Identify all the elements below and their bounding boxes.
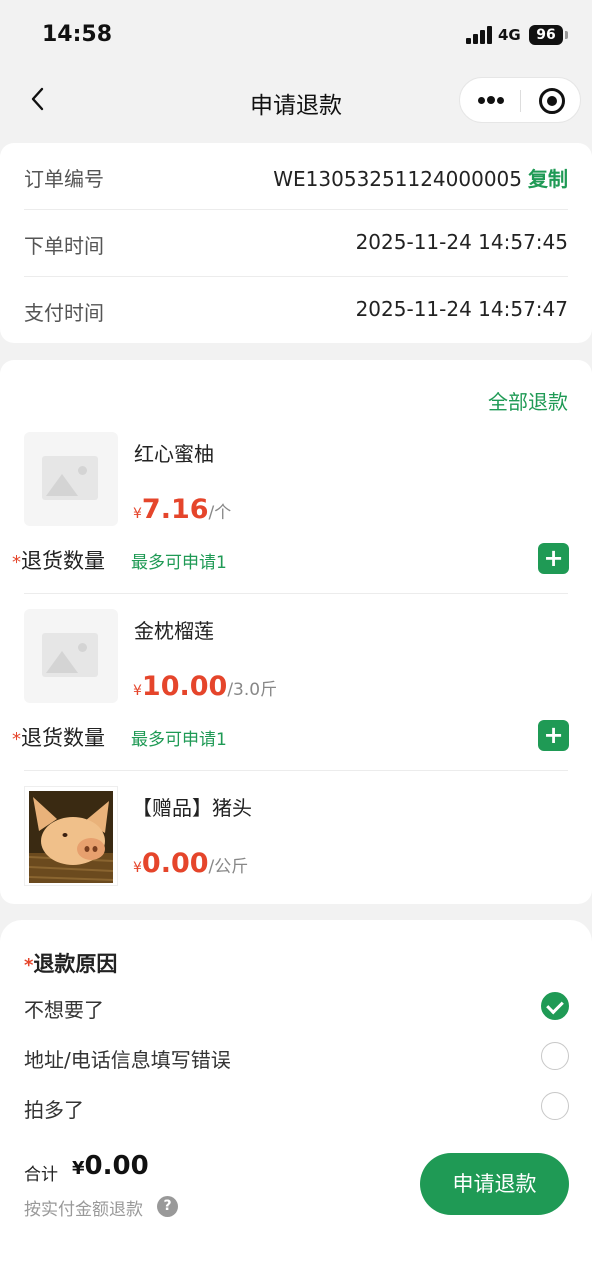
status-bar: 14:58 4G 96 (0, 0, 592, 70)
price-value: 0.00 (141, 848, 209, 879)
radio-checked-icon[interactable] (541, 992, 569, 1020)
reason-option[interactable]: 地址/电话信息填写错误 (0, 1034, 592, 1084)
price-unit: /公斤 (208, 857, 249, 877)
order-time-row: 下单时间 2025-11-24 14:57:45 (24, 210, 568, 277)
order-number-value: WE13053251124000005 (273, 167, 522, 191)
close-mini-program-icon[interactable] (539, 88, 565, 114)
price-currency: ¥ (133, 506, 142, 522)
required-mark: * (24, 955, 34, 976)
product-price: ¥0.00/公斤 (133, 848, 248, 879)
reason-option[interactable]: 不想要了 (0, 984, 592, 1034)
order-time-value: 2025-11-24 14:57:45 (355, 230, 568, 254)
total-label: 合计 (24, 1165, 58, 1185)
refund-all-button[interactable]: 全部退款 (488, 386, 568, 415)
submit-refund-button[interactable]: 申请退款 (420, 1153, 569, 1215)
radio-unchecked-icon[interactable] (541, 1042, 569, 1070)
return-quantity-label-group: *退货数量 (12, 722, 105, 752)
reason-option-label: 拍多了 (24, 1098, 84, 1122)
refund-note: 按实付金额退款 (24, 1200, 143, 1220)
copy-button[interactable]: 复制 (528, 167, 568, 191)
network-type: 4G (498, 26, 521, 44)
refund-reason-title-text: 退款原因 (33, 952, 118, 976)
order-number-value-group: WE13053251124000005 复制 (273, 163, 568, 192)
products-card: 全部退款 红心蜜柚 ¥7.16/个 *退货数量 最多可申请1 + 金枕榴莲 ¥1… (0, 360, 592, 904)
product-price: ¥7.16/个 (133, 494, 231, 525)
pig-head-image (24, 786, 118, 886)
order-info-card: 订单编号 WE13053251124000005 复制 下单时间 2025-11-… (0, 143, 592, 343)
pay-time-value: 2025-11-24 14:57:47 (355, 297, 568, 321)
reason-option-label: 地址/电话信息填写错误 (24, 1048, 231, 1072)
pay-time-label: 支付时间 (24, 301, 104, 325)
battery-icon: 96 (529, 25, 563, 45)
mini-program-capsule (459, 77, 581, 123)
battery-tip (565, 31, 568, 39)
price-value: 10.00 (141, 671, 228, 702)
required-mark: * (12, 552, 21, 573)
return-quantity-label: 退货数量 (21, 726, 105, 750)
order-number-label: 订单编号 (24, 167, 104, 191)
max-quantity-hint: 最多可申请1 (131, 730, 227, 750)
total-currency: ¥ (72, 1158, 85, 1179)
increase-quantity-button[interactable]: + (538, 720, 569, 751)
price-unit: /3.0斤 (227, 680, 278, 700)
product-name: 红心蜜柚 (134, 442, 214, 466)
return-quantity-label-group: *退货数量 (12, 545, 105, 575)
capsule-divider (520, 90, 521, 112)
price-unit: /个 (208, 503, 232, 523)
reason-option[interactable]: 拍多了 (0, 1084, 592, 1134)
return-quantity-row: *退货数量 最多可申请1 + (0, 718, 592, 758)
divider (24, 770, 568, 771)
required-mark: * (12, 729, 21, 750)
product-price: ¥10.00/3.0斤 (133, 671, 277, 702)
price-currency: ¥ (133, 860, 142, 876)
radio-unchecked-icon[interactable] (541, 1092, 569, 1120)
refund-reasons-card: *退款原因 不想要了 地址/电话信息填写错误 拍多了 (0, 920, 592, 1280)
pay-time-row: 支付时间 2025-11-24 14:57:47 (24, 277, 568, 344)
product-name: 【赠品】猪头 (132, 796, 252, 820)
help-icon[interactable]: ? (157, 1196, 178, 1217)
order-time-label: 下单时间 (24, 234, 104, 258)
refund-reason-title: *退款原因 (24, 948, 117, 978)
order-number-row: 订单编号 WE13053251124000005 复制 (24, 143, 568, 210)
price-value: 7.16 (141, 494, 209, 525)
more-icon[interactable] (460, 78, 520, 122)
reason-option-label: 不想要了 (24, 998, 104, 1022)
product-image-placeholder-icon (24, 609, 118, 703)
status-time: 14:58 (42, 22, 113, 47)
increase-quantity-button[interactable]: + (538, 543, 569, 574)
total-amount: ¥0.00 (72, 1151, 149, 1181)
divider (24, 593, 568, 594)
return-quantity-label: 退货数量 (21, 549, 105, 573)
return-quantity-row: *退货数量 最多可申请1 + (0, 541, 592, 581)
max-quantity-hint: 最多可申请1 (131, 553, 227, 573)
product-image-placeholder-icon (24, 432, 118, 526)
signal-icon (466, 26, 494, 44)
price-currency: ¥ (133, 683, 142, 699)
product-name: 金枕榴莲 (134, 619, 214, 643)
navigation-bar: 申请退款 (0, 70, 592, 132)
total-value: 0.00 (84, 1151, 149, 1181)
